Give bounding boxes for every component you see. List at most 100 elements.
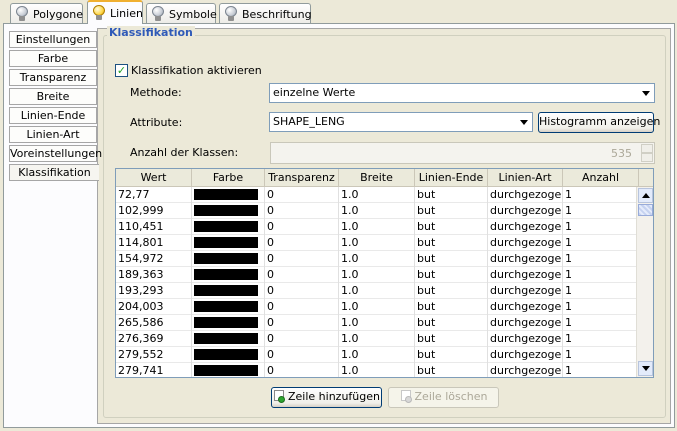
cell-wert[interactable]: 114,801 <box>116 235 192 251</box>
cell-linien-art[interactable]: durchgezogen <box>488 187 563 203</box>
chevron-down-icon[interactable] <box>516 114 531 130</box>
table-row[interactable]: 114,801 0 1.0 but durchgezogen 1 <box>116 235 638 251</box>
cell-breite[interactable]: 1.0 <box>339 315 415 331</box>
cell-breite[interactable]: 1.0 <box>339 267 415 283</box>
column-header-linien-art[interactable]: Linien-Art <box>488 169 563 187</box>
cell-linien-ende[interactable]: but <box>415 315 488 331</box>
cell-linien-ende[interactable]: but <box>415 283 488 299</box>
attribute-select[interactable]: SHAPE_LENG <box>269 112 533 132</box>
cell-wert[interactable]: 189,363 <box>116 267 192 283</box>
cell-wert[interactable]: 102,999 <box>116 203 192 219</box>
vertical-scrollbar[interactable] <box>636 187 653 377</box>
chevron-down-icon[interactable] <box>638 85 653 101</box>
cell-transparenz[interactable]: 0 <box>265 283 339 299</box>
color-swatch[interactable] <box>194 269 258 280</box>
table-row[interactable]: 193,293 0 1.0 but durchgezogen 1 <box>116 283 638 299</box>
cell-linien-art[interactable]: durchgezogen <box>488 315 563 331</box>
spinner-down-icon[interactable] <box>641 153 653 162</box>
column-header-farbe[interactable]: Farbe <box>192 169 265 187</box>
sidebar-item-klassifikation[interactable]: Klassifikation <box>9 164 99 181</box>
tab-symbole[interactable]: Symbole <box>146 3 217 24</box>
cell-transparenz[interactable]: 0 <box>265 219 339 235</box>
cell-breite[interactable]: 1.0 <box>339 347 415 363</box>
cell-farbe[interactable] <box>192 203 265 219</box>
cell-farbe[interactable] <box>192 331 265 347</box>
column-header-transparenz[interactable]: Transparenz <box>265 169 339 187</box>
table-row[interactable]: 102,999 0 1.0 but durchgezogen 1 <box>116 203 638 219</box>
scroll-up-icon[interactable] <box>638 188 653 203</box>
cell-linien-art[interactable]: durchgezogen <box>488 203 563 219</box>
color-swatch[interactable] <box>194 317 258 328</box>
cell-wert[interactable]: 193,293 <box>116 283 192 299</box>
cell-linien-art[interactable]: durchgezogen <box>488 363 563 377</box>
cell-farbe[interactable] <box>192 283 265 299</box>
cell-transparenz[interactable]: 0 <box>265 315 339 331</box>
cell-linien-art[interactable]: durchgezogen <box>488 251 563 267</box>
table-row[interactable]: 204,003 0 1.0 but durchgezogen 1 <box>116 299 638 315</box>
delete-row-button[interactable]: Zeile löschen <box>388 387 499 408</box>
cell-wert[interactable]: 276,369 <box>116 331 192 347</box>
cell-breite[interactable]: 1.0 <box>339 283 415 299</box>
cell-farbe[interactable] <box>192 267 265 283</box>
column-header-linien-ende[interactable]: Linien-Ende <box>415 169 488 187</box>
activate-checkbox[interactable]: ✓ <box>115 64 128 77</box>
column-header-anzahl[interactable]: Anzahl <box>563 169 639 187</box>
cell-linien-art[interactable]: durchgezogen <box>488 347 563 363</box>
cell-breite[interactable]: 1.0 <box>339 299 415 315</box>
cell-farbe[interactable] <box>192 219 265 235</box>
cell-anzahl[interactable]: 1 <box>563 315 638 331</box>
cell-farbe[interactable] <box>192 299 265 315</box>
color-swatch[interactable] <box>194 301 258 312</box>
cell-transparenz[interactable]: 0 <box>265 363 339 377</box>
table-row[interactable]: 154,972 0 1.0 but durchgezogen 1 <box>116 251 638 267</box>
cell-linien-ende[interactable]: but <box>415 203 488 219</box>
cell-anzahl[interactable]: 1 <box>563 299 638 315</box>
sidebar-item-linien-ende[interactable]: Linien-Ende <box>9 107 97 124</box>
color-swatch[interactable] <box>194 253 258 264</box>
cell-transparenz[interactable]: 0 <box>265 331 339 347</box>
cell-wert[interactable]: 154,972 <box>116 251 192 267</box>
table-row[interactable]: 110,451 0 1.0 but durchgezogen 1 <box>116 219 638 235</box>
color-swatch[interactable] <box>194 349 258 360</box>
cell-breite[interactable]: 1.0 <box>339 219 415 235</box>
cell-anzahl[interactable]: 1 <box>563 187 638 203</box>
color-swatch[interactable] <box>194 205 258 216</box>
color-swatch[interactable] <box>194 365 258 376</box>
column-header-breite[interactable]: Breite <box>339 169 415 187</box>
scroll-down-icon[interactable] <box>638 361 653 376</box>
cell-wert[interactable]: 110,451 <box>116 219 192 235</box>
cell-breite[interactable]: 1.0 <box>339 187 415 203</box>
color-swatch[interactable] <box>194 285 258 296</box>
color-swatch[interactable] <box>194 221 258 232</box>
cell-linien-ende[interactable]: but <box>415 363 488 377</box>
sidebar-item-breite[interactable]: Breite <box>9 88 97 105</box>
table-row[interactable]: 279,741 0 1.0 but durchgezogen 1 <box>116 363 638 377</box>
cell-farbe[interactable] <box>192 363 265 377</box>
sidebar-item-linien-art[interactable]: Linien-Art <box>9 126 97 143</box>
cell-anzahl[interactable]: 1 <box>563 203 638 219</box>
tab-linien[interactable]: Linien <box>87 0 143 24</box>
cell-linien-ende[interactable]: but <box>415 251 488 267</box>
color-swatch[interactable] <box>194 237 258 248</box>
color-swatch[interactable] <box>194 189 258 200</box>
cell-farbe[interactable] <box>192 235 265 251</box>
cell-breite[interactable]: 1.0 <box>339 363 415 377</box>
sidebar-item-farbe[interactable]: Farbe <box>9 50 97 67</box>
cell-farbe[interactable] <box>192 315 265 331</box>
cell-linien-ende[interactable]: but <box>415 187 488 203</box>
cell-farbe[interactable] <box>192 251 265 267</box>
cell-transparenz[interactable]: 0 <box>265 267 339 283</box>
tab-polygone[interactable]: Polygone <box>10 3 83 24</box>
cell-anzahl[interactable]: 1 <box>563 363 638 377</box>
cell-anzahl[interactable]: 1 <box>563 267 638 283</box>
add-row-button[interactable]: Zeile hinzufügen <box>271 387 382 408</box>
cell-anzahl[interactable]: 1 <box>563 235 638 251</box>
cell-farbe[interactable] <box>192 347 265 363</box>
table-row[interactable]: 72,77 0 1.0 but durchgezogen 1 <box>116 187 638 203</box>
sidebar-item-einstellungen[interactable]: Einstellungen <box>9 31 97 48</box>
cell-transparenz[interactable]: 0 <box>265 235 339 251</box>
cell-transparenz[interactable]: 0 <box>265 187 339 203</box>
tab-beschriftung[interactable]: Beschriftung <box>219 3 312 24</box>
table-row[interactable]: 189,363 0 1.0 but durchgezogen 1 <box>116 267 638 283</box>
cell-wert[interactable]: 204,003 <box>116 299 192 315</box>
